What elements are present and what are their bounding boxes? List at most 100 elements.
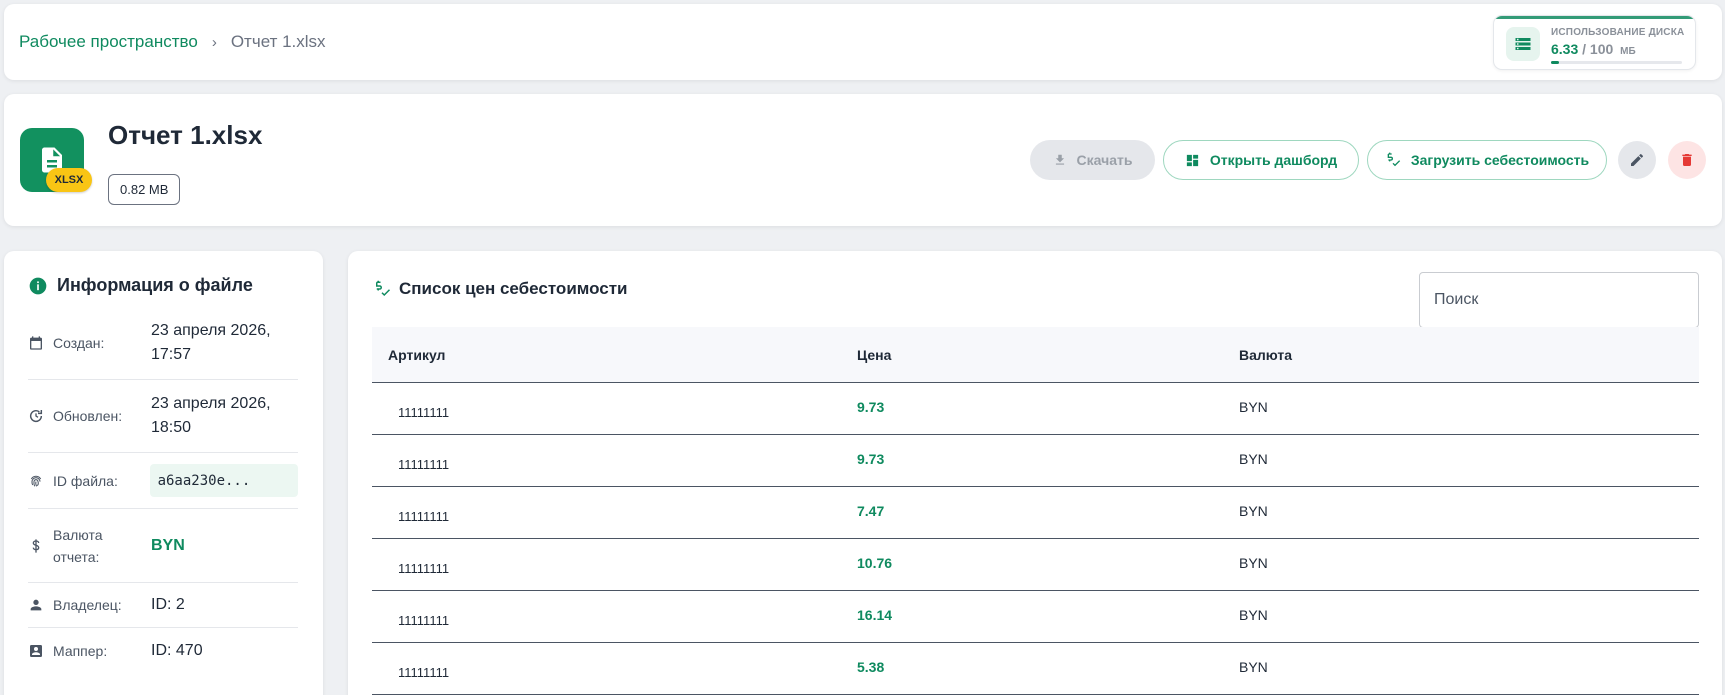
info-label-file-id: ID файла:: [28, 473, 150, 489]
disk-usage-title: ИСПОЛЬЗОВАНИЕ ДИСКА: [1551, 27, 1685, 38]
info-icon: [29, 277, 47, 294]
info-row-mapper: Маппер: ID: 470: [28, 628, 298, 674]
open-dashboard-label: Открыть дашборд: [1209, 152, 1338, 168]
table-row[interactable]: 11111111 16.14 BYN: [372, 591, 1699, 643]
delete-button[interactable]: [1668, 141, 1706, 179]
edit-button[interactable]: [1618, 141, 1656, 179]
cell-currency: BYN: [1239, 606, 1268, 623]
info-row-owner: Владелец: ID: 2: [28, 583, 298, 628]
info-row-file-id: ID файла: a6aa230e...: [28, 453, 298, 509]
cell-price: 16.14: [857, 606, 893, 623]
cell-price: 10.76: [857, 554, 893, 571]
upload-cost-label: Загрузить себестоимость: [1410, 152, 1590, 168]
mapper-label: Маппер:: [53, 643, 108, 659]
owner-label: Владелец:: [53, 597, 122, 613]
cell-article: 11111111: [398, 613, 450, 628]
update-icon: [29, 409, 43, 423]
file-size-chip: 0.82 MB: [108, 174, 181, 205]
price-list-panel: Список цен себестоимости Артикул Цена Ва…: [348, 251, 1722, 695]
cell-article: 11111111: [398, 561, 450, 576]
contact-card-icon: [30, 645, 42, 657]
disk-used: 6.33: [1551, 41, 1579, 57]
file-id-value[interactable]: a6aa230e...: [149, 464, 298, 497]
info-label-updated: Обновлен:: [28, 408, 151, 424]
disk-usage-bar: [1551, 61, 1682, 64]
top-bar: Рабочее пространство › Отчет 1.xlsx ИСПО…: [4, 4, 1722, 80]
person-icon: [30, 599, 42, 611]
storage-icon: [1506, 27, 1540, 61]
cell-currency: BYN: [1239, 554, 1268, 571]
updated-value: 23 апреля 2026, 18:50: [151, 395, 271, 436]
file-type-badge: XLSX: [46, 168, 92, 192]
cell-currency: BYN: [1239, 658, 1268, 675]
download-label: Скачать: [1076, 152, 1133, 168]
info-label-created: Создан:: [28, 335, 151, 351]
fingerprint-icon: [30, 475, 42, 487]
breadcrumb-workspace-link[interactable]: Рабочее пространство: [19, 32, 198, 52]
info-label-mapper: Маппер:: [28, 643, 151, 659]
dashboard-icon: [1186, 154, 1198, 166]
info-row-currency: Валюта отчета: BYN: [28, 509, 298, 583]
price-check-icon: [1387, 152, 1400, 167]
disk-usage-widget: ИСПОЛЬЗОВАНИЕ ДИСКА 6.33 / 100 МБ: [1493, 15, 1696, 70]
file-title: Отчет 1.xlsx: [108, 120, 263, 150]
table-header: Артикул Цена Валюта: [372, 327, 1699, 383]
price-list-title: Список цен себестоимости: [399, 279, 628, 298]
cell-price: 7.47: [857, 502, 885, 519]
pencil-icon: [1631, 153, 1644, 166]
breadcrumb-separator: ›: [211, 33, 217, 51]
info-row-updated: Обновлен: 23 апреля 2026, 18:50: [28, 380, 298, 453]
cell-price: 9.73: [857, 398, 885, 415]
owner-value: ID: 2: [151, 596, 185, 613]
disk-total: 100: [1589, 41, 1614, 57]
table-row[interactable]: 11111111 5.38 BYN: [372, 643, 1699, 695]
dollar-icon: [32, 538, 40, 553]
file-header: XLSX Отчет 1.xlsx 0.82 MB Скачать Открыт…: [4, 94, 1722, 226]
table-row[interactable]: 11111111 7.47 BYN: [372, 487, 1699, 539]
disk-unit: МБ: [1620, 46, 1636, 57]
breadcrumb: Рабочее пространство › Отчет 1.xlsx: [19, 4, 326, 80]
info-label-currency: Валюта отчета:: [28, 524, 151, 568]
cell-price: 9.73: [857, 450, 885, 467]
column-header-currency[interactable]: Валюта: [1239, 347, 1699, 363]
download-icon: [1055, 154, 1064, 165]
cell-currency: BYN: [1239, 502, 1268, 519]
file-info-heading: Информация о файле: [28, 275, 253, 296]
info-row-created: Создан: 23 апреля 2026, 17:57: [28, 307, 298, 380]
cell-article: 11111111: [398, 665, 450, 680]
calendar-icon: [30, 336, 42, 350]
mapper-value: ID: 470: [151, 642, 203, 659]
disk-separator: /: [1582, 41, 1587, 57]
cell-article: 11111111: [398, 405, 450, 420]
trash-icon: [1682, 154, 1692, 166]
cell-currency: BYN: [1239, 398, 1268, 415]
created-label: Создан:: [53, 335, 105, 351]
table-row[interactable]: 11111111 10.76 BYN: [372, 539, 1699, 591]
cell-currency: BYN: [1239, 450, 1268, 467]
open-dashboard-button[interactable]: Открыть дашборд: [1163, 140, 1359, 180]
column-header-price[interactable]: Цена: [857, 347, 1239, 363]
file-info-panel: Информация о файле Создан: 23 апреля 202…: [4, 251, 323, 695]
created-value: 23 апреля 2026, 17:57: [151, 322, 271, 363]
currency-value: BYN: [151, 536, 185, 554]
file-info-title: Информация о файле: [57, 275, 253, 295]
column-header-article[interactable]: Артикул: [372, 347, 857, 363]
cell-article: 11111111: [398, 457, 450, 472]
upload-cost-button[interactable]: Загрузить себестоимость: [1367, 140, 1607, 180]
table-row[interactable]: 11111111 9.73 BYN: [372, 435, 1699, 487]
search-input[interactable]: [1419, 272, 1699, 328]
cell-price: 5.38: [857, 658, 885, 675]
cell-article: 11111111: [398, 509, 450, 524]
price-table: Артикул Цена Валюта 11111111 9.73 BYN 11…: [372, 327, 1699, 695]
disk-usage-fill: [1551, 61, 1560, 64]
file-id-label: ID файла:: [53, 472, 118, 489]
currency-label: Валюта отчета:: [53, 526, 103, 565]
updated-label: Обновлен:: [53, 408, 123, 424]
price-list-heading: Список цен себестоимости: [373, 279, 628, 299]
table-row[interactable]: 11111111 9.73 BYN: [372, 383, 1699, 435]
info-label-owner: Владелец:: [28, 597, 151, 613]
breadcrumb-current: Отчет 1.xlsx: [230, 32, 326, 51]
price-check-icon: [376, 280, 391, 297]
disk-usage-value: 6.33 / 100 МБ: [1551, 41, 1636, 57]
download-button[interactable]: Скачать: [1030, 140, 1155, 180]
